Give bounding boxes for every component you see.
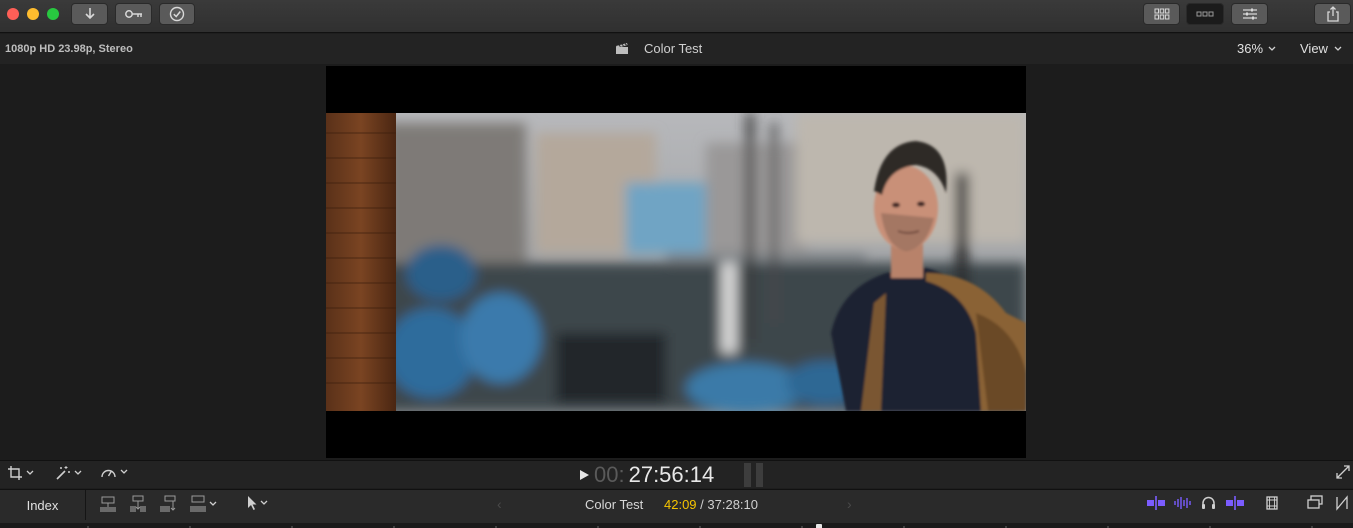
view-label: View [1300,41,1328,56]
chevron-down-icon [1334,46,1342,51]
tool-select-popup[interactable] [246,495,268,511]
zoom-popup[interactable]: 36% [1237,41,1276,56]
play-icon[interactable] [578,469,590,481]
chevron-down-icon [209,501,217,506]
effects-browser-button[interactable] [1335,495,1349,516]
viewer-header: 1080p HD 23.98p, Stereo Color Test 36% V… [0,34,1353,64]
enhancements-popup[interactable] [55,465,82,481]
title-bar [0,0,1353,33]
chevron-down-icon [1268,46,1276,51]
windows-icon [1307,495,1323,509]
background-tasks-button[interactable] [159,3,195,25]
fullscreen-icon [1336,465,1350,479]
index-label: Index [26,497,59,513]
retime-popup[interactable] [100,465,128,479]
audio-meter-right [756,463,763,487]
timecode-value: 27:56:14 [628,462,715,487]
chevron-left-icon[interactable]: ‹ [497,496,502,512]
timeline-layout-icon [1196,11,1214,17]
waveform-icon [1174,497,1191,509]
connect-clip-icon [100,496,116,512]
format-info: 1080p HD 23.98p, Stereo [5,43,133,55]
overwrite-clip-popup[interactable] [189,495,217,513]
clapperboard-icon [616,43,628,54]
chevron-right-icon[interactable]: › [847,496,852,512]
crop-icon [8,466,22,480]
timecode-display[interactable]: 00: 27:56:14 [578,462,714,488]
append-clip-button[interactable] [159,495,177,513]
browser-layout-icon [1154,8,1169,20]
solo-button[interactable] [1201,495,1216,515]
project-title: Color Test [644,41,703,56]
close-window-button[interactable] [7,8,19,20]
magic-wand-icon [56,466,70,480]
timeline-project-title: Color Test [585,497,644,512]
keyword-button[interactable] [115,3,152,25]
timeline-layout-button[interactable] [1186,3,1224,25]
overwrite-clip-icon [190,495,206,512]
audio-meter-left [744,463,751,487]
chevron-down-icon [74,470,82,475]
view-popup[interactable]: View [1300,41,1342,56]
background-tasks-icon [169,6,185,22]
audio-skimming-button[interactable] [1173,495,1191,516]
import-button[interactable] [71,3,108,25]
timeline-index-button[interactable]: Index [0,490,86,520]
viewer-project-title: Color Test [614,41,702,56]
zoom-label: 36% [1237,41,1264,56]
timeline-index-toggle-button[interactable] [1307,495,1323,514]
inspector-button[interactable] [1231,3,1268,25]
transform-popup[interactable] [7,465,34,481]
split-clip-icon [1147,496,1165,510]
timeline-header: Index ‹ Color Test 42:09 / 37:28:10 › [0,489,1353,528]
minimize-window-button[interactable] [27,8,39,20]
headphones-icon [1202,496,1215,509]
timeline-duration: 42:09 / 37:28:10 [664,497,758,512]
duration-separator: / [696,497,708,512]
inspector-icon [1242,8,1257,20]
video-image [326,113,1026,411]
fullscreen-button[interactable] [1336,465,1350,479]
duration-current: 42:09 [664,497,697,512]
chevron-down-icon [26,470,34,475]
import-icon [84,8,95,20]
keyword-icon [124,10,142,18]
speedometer-icon [101,469,116,478]
insert-clip-button[interactable] [129,495,147,513]
browser-layout-button[interactable] [1143,3,1180,25]
timecode-hours: 00: [594,462,625,487]
snapping-icon [1226,496,1244,510]
playhead-marker[interactable] [816,524,822,528]
duration-total: 37:28:10 [707,497,758,512]
arrow-cursor-icon [248,496,257,510]
insert-clip-icon [130,495,146,512]
share-icon [1326,6,1339,22]
video-audio-only-button[interactable] [1146,495,1166,516]
clip-appearance-button[interactable] [1265,495,1279,516]
video-still [326,113,1026,411]
viewer-footer: 00: 27:56:14 [0,460,1353,488]
share-button[interactable] [1314,3,1351,25]
filmstrip-icon [1266,496,1278,510]
video-frame[interactable] [326,66,1026,458]
connect-clip-button[interactable] [99,495,117,513]
zoom-window-button[interactable] [47,8,59,20]
effects-icon [1336,495,1348,511]
append-clip-icon [160,495,176,512]
chevron-down-icon [120,469,128,474]
snapping-button[interactable] [1225,495,1245,516]
chevron-down-icon [260,500,268,505]
